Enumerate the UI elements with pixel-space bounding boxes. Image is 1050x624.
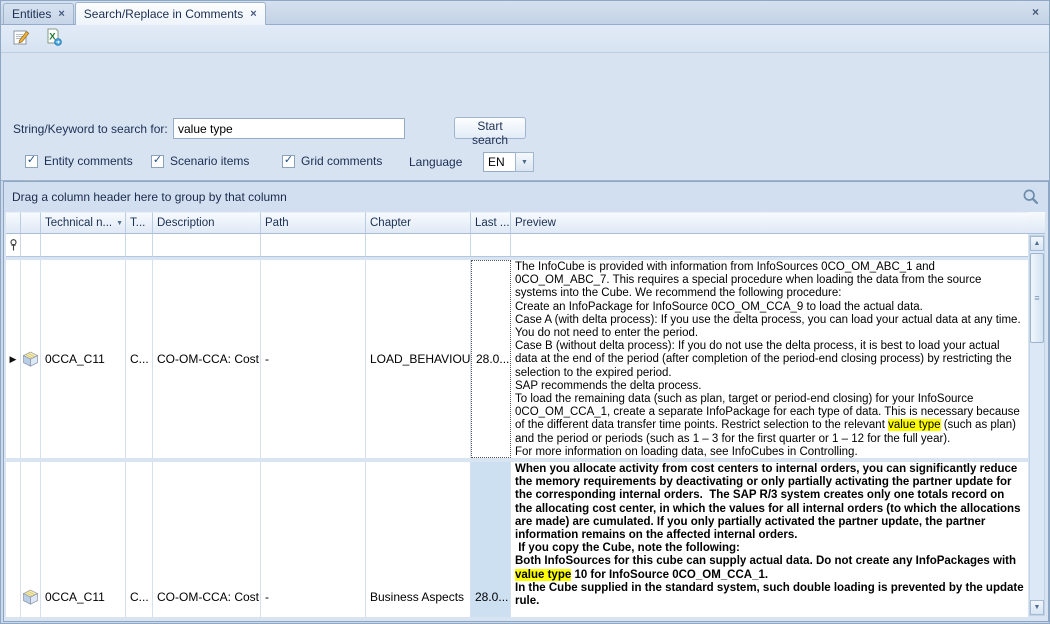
filter-cell[interactable]	[153, 234, 261, 257]
scenario-items-label: Scenario items	[170, 154, 249, 168]
entity-comments-label: Entity comments	[44, 154, 133, 168]
tab-entities-label: Entities	[12, 7, 51, 21]
table-row[interactable]: 0CCA_C11 C... CO-OM-CCA: Cost... - Busin…	[6, 462, 1028, 617]
cell-type[interactable]: C...	[126, 462, 153, 617]
language-label: Language	[409, 155, 462, 169]
column-header-indicator[interactable]	[6, 212, 21, 234]
cell-last-modified[interactable]: 28.0...	[471, 260, 511, 458]
row-focus-indicator	[6, 462, 21, 617]
vertical-scrollbar[interactable]: ▲ ≡ ▼	[1029, 235, 1045, 616]
check-icon: ✓	[153, 155, 162, 166]
tab-search-replace-in-comments[interactable]: Search/Replace in Comments ×	[75, 2, 266, 25]
results-grid: Drag a column header here to group by th…	[3, 181, 1049, 622]
filter-cell[interactable]	[126, 234, 153, 257]
tab-entities[interactable]: Entities ×	[3, 3, 74, 24]
cell-technical-name[interactable]: 0CCA_C11	[41, 260, 126, 458]
checkbox-box: ✓	[151, 155, 164, 168]
export-excel-button[interactable]: X	[41, 28, 65, 50]
column-header-label: Technical n...	[45, 217, 112, 229]
scroll-down-icon[interactable]: ▼	[1030, 600, 1044, 615]
cell-preview[interactable]: The InfoCube is provided with informatio…	[511, 260, 1028, 458]
cell-path[interactable]: -	[261, 260, 366, 458]
edit-comment-button[interactable]	[9, 28, 33, 50]
chevron-down-icon[interactable]: ▼	[515, 152, 534, 172]
close-icon[interactable]: ×	[1032, 5, 1039, 19]
infocube-icon	[21, 462, 41, 617]
edit-comment-icon	[12, 28, 31, 49]
column-header-icon[interactable]	[21, 212, 41, 234]
row-focus-indicator: ▶	[6, 260, 21, 458]
checkbox-box: ✓	[25, 155, 38, 168]
grid-comments-label: Grid comments	[301, 154, 382, 168]
tab-search-replace-label: Search/Replace in Comments	[84, 7, 243, 21]
cell-technical-name[interactable]: 0CCA_C11	[41, 462, 126, 617]
cell-chapter[interactable]: Business Aspects	[366, 462, 471, 617]
check-icon: ✓	[284, 155, 293, 166]
close-icon[interactable]: ×	[58, 9, 64, 20]
scenario-items-checkbox[interactable]: ✓ Scenario items	[151, 154, 249, 168]
filter-cell[interactable]	[261, 234, 366, 257]
search-for-label: String/Keyword to search for:	[13, 122, 168, 136]
filter-cell[interactable]	[41, 234, 126, 257]
filter-cell[interactable]	[511, 234, 1028, 257]
cell-description[interactable]: CO-OM-CCA: Cost...	[153, 260, 261, 458]
infocube-icon	[21, 260, 41, 458]
cell-description[interactable]: CO-OM-CCA: Cost...	[153, 462, 261, 617]
column-header-preview[interactable]: Preview	[511, 212, 1028, 234]
column-header-last[interactable]: Last ...	[471, 212, 511, 234]
column-header-technical-name[interactable]: Technical n... ▼	[41, 212, 126, 234]
checkbox-box: ✓	[282, 155, 295, 168]
row-indicator-icon: ▶	[10, 354, 17, 365]
cell-type[interactable]: C...	[126, 260, 153, 458]
toolbar: X	[1, 25, 1049, 53]
filter-cell[interactable]	[366, 234, 471, 257]
grid-body: Technical n... ▼ T... Description Path C…	[6, 212, 1028, 617]
check-icon: ✓	[27, 155, 36, 166]
group-by-panel[interactable]: Drag a column header here to group by th…	[4, 182, 1048, 212]
cell-chapter[interactable]: LOAD_BEHAVIOUR	[366, 260, 471, 458]
language-value: EN	[483, 152, 515, 172]
search-replace-form: String/Keyword to search for: Start sear…	[1, 53, 1049, 181]
start-search-button[interactable]: Start search	[454, 117, 526, 139]
filter-row	[6, 234, 1028, 257]
column-header-row: Technical n... ▼ T... Description Path C…	[6, 212, 1028, 234]
entity-comments-checkbox[interactable]: ✓ Entity comments	[25, 154, 133, 168]
column-header-type[interactable]: T...	[126, 212, 153, 234]
column-header-description[interactable]: Description	[153, 212, 261, 234]
table-row[interactable]: ▶ 0CCA_C11 C... CO-OM-CCA: Cost... - LOA…	[6, 260, 1028, 458]
search-icon[interactable]	[1022, 188, 1040, 206]
filter-cell[interactable]	[471, 234, 511, 257]
language-dropdown[interactable]: EN ▼	[483, 152, 534, 172]
cell-preview[interactable]: When you allocate activity from cost cen…	[511, 462, 1028, 617]
header-spacer	[1028, 212, 1045, 234]
scroll-up-icon[interactable]: ▲	[1030, 236, 1044, 251]
cell-last-modified[interactable]: 28.0...	[471, 462, 511, 617]
sort-down-icon[interactable]: ▼	[116, 220, 123, 227]
group-by-panel-text: Drag a column header here to group by th…	[12, 190, 287, 204]
scrollbar-thumb[interactable]: ≡	[1030, 253, 1044, 343]
column-header-chapter[interactable]: Chapter	[366, 212, 471, 234]
column-header-path[interactable]: Path	[261, 212, 366, 234]
filter-pin-icon[interactable]	[6, 234, 21, 257]
filter-cell[interactable]	[21, 234, 41, 257]
search-input[interactable]	[173, 118, 405, 139]
export-excel-icon: X	[44, 28, 63, 49]
app-window: Entities × Search/Replace in Comments × …	[0, 0, 1050, 624]
scroll-grip-icon: ≡	[1034, 293, 1039, 303]
close-icon[interactable]: ×	[250, 9, 256, 20]
tab-strip: Entities × Search/Replace in Comments × …	[1, 1, 1049, 25]
grid-comments-checkbox[interactable]: ✓ Grid comments	[282, 154, 382, 168]
cell-path[interactable]: -	[261, 462, 366, 617]
